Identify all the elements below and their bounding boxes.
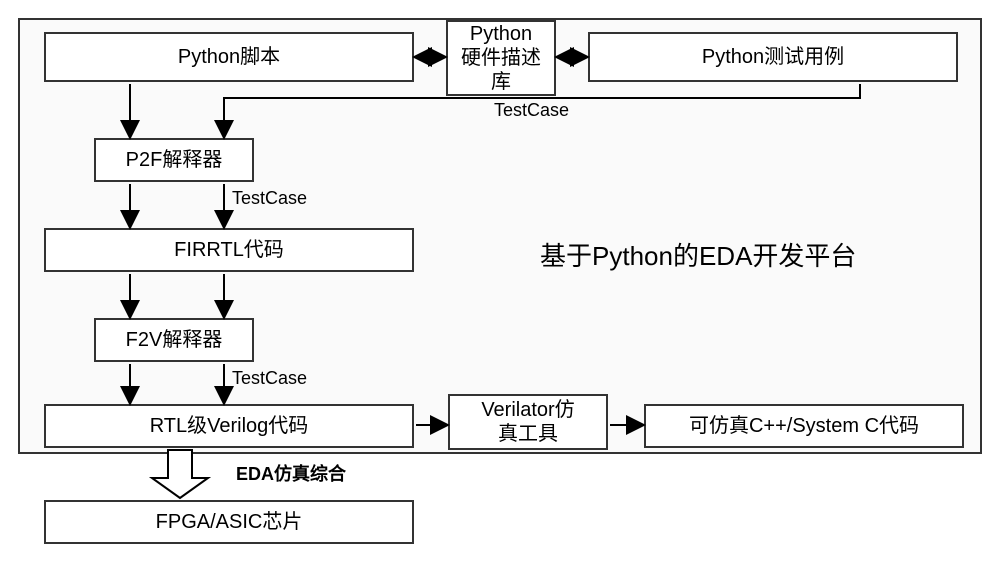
box-python-script: Python脚本 [44, 32, 414, 82]
box-python-tests: Python测试用例 [588, 32, 958, 82]
box-rtl-verilog: RTL级Verilog代码 [44, 404, 414, 448]
platform-title: 基于Python的EDA开发平台 [540, 236, 856, 273]
box-cpp-systemc: 可仿真C++/System C代码 [644, 404, 964, 448]
label-testcase-low: TestCase [232, 368, 307, 389]
box-f2v: F2V解释器 [94, 318, 254, 362]
arrow-rtl-fpga [152, 450, 208, 498]
box-p2f: P2F解释器 [94, 138, 254, 182]
box-fpga-asic: FPGA/ASIC芯片 [44, 500, 414, 544]
box-verilator: Verilator仿 真工具 [448, 394, 608, 450]
label-testcase-mid: TestCase [232, 188, 307, 209]
label-eda-synth: EDA仿真综合 [236, 460, 346, 486]
box-hwdesc-lib: Python 硬件描述 库 [446, 20, 556, 96]
box-firrtl: FIRRTL代码 [44, 228, 414, 272]
label-testcase-top: TestCase [494, 100, 569, 121]
